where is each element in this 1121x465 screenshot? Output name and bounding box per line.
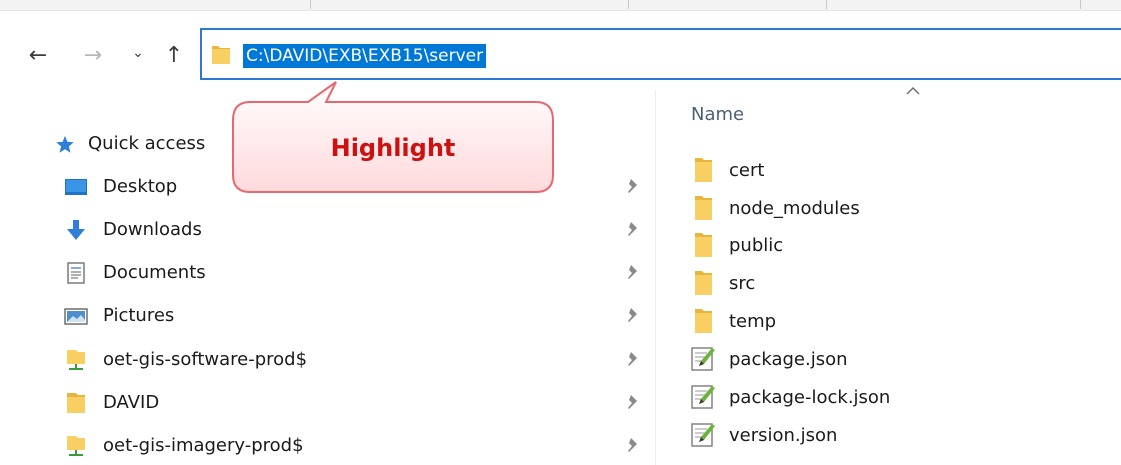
back-button[interactable]: ← — [24, 40, 52, 70]
file-name: node_modules — [729, 198, 860, 219]
arrow-left-icon: ← — [28, 42, 48, 68]
file-name: package-lock.json — [729, 387, 891, 408]
folder-icon — [695, 196, 712, 220]
file-name: cert — [729, 160, 765, 181]
file-item-cert[interactable]: cert — [690, 152, 1110, 188]
documents-icon — [67, 262, 85, 284]
column-header-name[interactable]: Name — [691, 104, 744, 125]
pin-icon[interactable] — [626, 220, 642, 240]
arrow-right-icon: → — [83, 42, 103, 68]
folder-icon — [695, 158, 712, 182]
pane-splitter[interactable] — [655, 90, 656, 465]
file-name: temp — [729, 311, 777, 332]
sidebar-item-oet-gis-software-prod[interactable]: oet-gis-software-prod$ — [0, 342, 660, 378]
ribbon-divider — [1080, 0, 1081, 9]
sidebar-item-label: Documents — [103, 262, 206, 283]
ribbon-divider — [826, 0, 827, 9]
chevron-down-icon: ⌄ — [132, 45, 144, 61]
json-file-icon — [691, 423, 715, 447]
network-drive-icon — [67, 436, 85, 456]
pictures-icon — [64, 308, 88, 325]
json-file-icon — [691, 347, 715, 371]
sidebar-item-pictures[interactable]: Pictures — [0, 298, 660, 334]
sidebar-item-label: DAVID — [103, 392, 160, 413]
up-button[interactable]: ↑ — [160, 40, 188, 70]
address-path-text[interactable]: C:\DAVID\EXB\EXB15\server — [243, 44, 487, 68]
folder-icon — [695, 271, 712, 295]
folder-icon — [67, 393, 85, 413]
arrow-up-icon: ↑ — [164, 42, 184, 68]
star-icon — [56, 135, 74, 153]
sidebar-item-documents[interactable]: Documents — [0, 255, 660, 291]
pin-icon[interactable] — [626, 263, 642, 283]
sidebar-item-downloads[interactable]: Downloads — [0, 212, 660, 248]
sidebar-item-label: Desktop — [103, 176, 178, 197]
file-item-node-modules[interactable]: node_modules — [690, 190, 1110, 226]
file-item-package-lock-json[interactable]: package-lock.json — [690, 379, 1110, 415]
pin-icon[interactable] — [626, 306, 642, 326]
address-bar[interactable]: C:\DAVID\EXB\EXB15\server — [200, 28, 1121, 80]
sidebar-item-label: Quick access — [88, 133, 206, 154]
file-name: src — [729, 273, 756, 294]
file-item-public[interactable]: public — [690, 227, 1110, 263]
file-item-src[interactable]: src — [690, 265, 1110, 301]
file-item-temp[interactable]: temp — [690, 303, 1110, 339]
network-drive-icon — [67, 350, 85, 370]
pin-icon[interactable] — [626, 436, 642, 456]
file-name: package.json — [729, 349, 848, 370]
json-file-icon — [691, 385, 715, 409]
desktop-icon — [65, 179, 87, 195]
sort-ascending-icon — [906, 87, 920, 95]
sidebar-item-label: Downloads — [103, 219, 202, 240]
file-item-package-json[interactable]: package.json — [690, 341, 1110, 377]
sidebar-item-label: oet-gis-software-prod$ — [103, 349, 308, 370]
folder-icon — [695, 309, 712, 333]
folder-icon — [695, 233, 712, 257]
ribbon-divider — [310, 0, 311, 9]
ribbon-divider — [628, 0, 629, 9]
sidebar-item-desktop[interactable]: Desktop — [0, 169, 660, 205]
sidebar-item-david[interactable]: DAVID — [0, 385, 660, 421]
ribbon-edge — [0, 0, 1121, 11]
file-name: public — [729, 235, 784, 256]
forward-button[interactable]: → — [79, 40, 107, 70]
recent-locations-button[interactable]: ⌄ — [124, 38, 152, 68]
pin-icon[interactable] — [626, 177, 642, 197]
sidebar-item-oet-gis-imagery-prod[interactable]: oet-gis-imagery-prod$ — [0, 428, 660, 464]
folder-icon — [212, 46, 230, 64]
pin-icon[interactable] — [626, 393, 642, 413]
sidebar-item-label: oet-gis-imagery-prod$ — [103, 435, 304, 456]
pin-icon[interactable] — [626, 350, 642, 370]
download-arrow-icon — [67, 220, 85, 240]
file-item-version-json[interactable]: version.json — [690, 417, 1110, 453]
sidebar-item-quick-access[interactable]: Quick access — [0, 126, 660, 162]
file-name: version.json — [729, 425, 838, 446]
sidebar-item-label: Pictures — [103, 305, 175, 326]
